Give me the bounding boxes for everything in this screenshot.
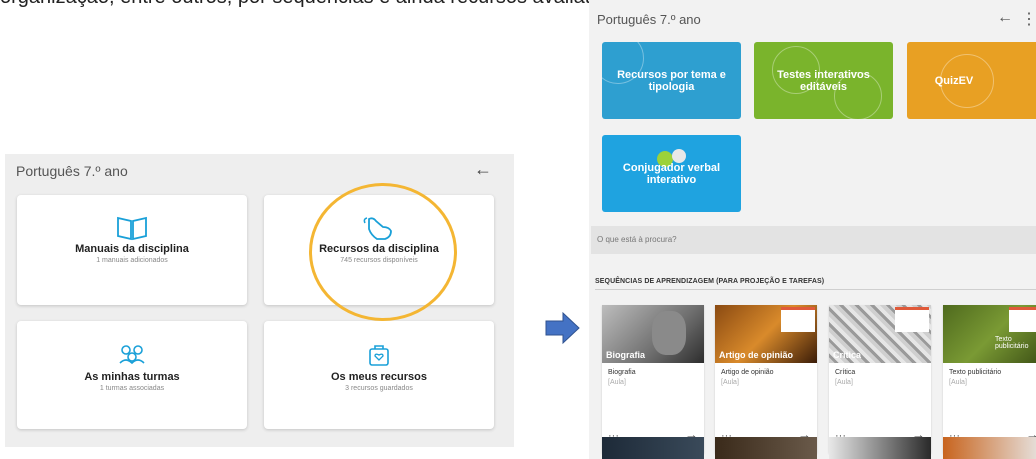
lesson-card-critica[interactable]: Crítica Crítica [Aula] ··· →: [829, 305, 931, 453]
lesson-card-biografia[interactable]: Biografia Biografia [Aula] ··· →: [602, 305, 704, 453]
lesson-thumbnail: [943, 305, 1036, 363]
group-icon: [119, 345, 145, 365]
right-arrow-icon: [545, 311, 580, 345]
highlight-circle: [309, 183, 457, 321]
lesson-thumbnail: [829, 437, 931, 459]
more-menu-icon[interactable]: ⋮: [1021, 9, 1036, 29]
lesson-card-texto-publicitario[interactable]: Texto publicitário Texto publicitário [A…: [943, 305, 1036, 453]
card-subtitle: 1 manuais adicionados: [96, 257, 168, 264]
lesson-thumbnail: [715, 437, 817, 459]
lesson-type: [Aula]: [608, 379, 626, 386]
lesson-type: [Aula]: [721, 379, 739, 386]
section-title: SEQUÊNCIAS DE APRENDIZAGEM (PARA PROJEÇÃ…: [595, 278, 825, 285]
back-arrow-icon[interactable]: ←: [997, 9, 1013, 27]
page-title: Português 7.º ano: [16, 163, 128, 179]
thumbnail-title: Crítica: [833, 350, 862, 360]
lesson-name: Biografia: [608, 369, 636, 376]
card-manuais[interactable]: Manuais da disciplina 1 manuais adiciona…: [17, 195, 247, 305]
lesson-card-artigo[interactable]: Artigo de opinião Artigo de opinião [Aul…: [715, 305, 817, 453]
lesson-thumbnail: [602, 437, 704, 459]
thumbnail-title: Biografia: [606, 350, 646, 360]
card-title: Os meus recursos: [331, 371, 427, 383]
left-screenshot-panel: Português 7.º ano ← Manuais da disciplin…: [5, 154, 514, 447]
tile-label: QuizEV: [934, 74, 974, 87]
thumbnail-title: Artigo de opinião: [719, 350, 793, 360]
tile-testes-interativos[interactable]: Testes interativos editáveis: [754, 42, 893, 119]
tile-label: Testes interativos editáveis: [777, 68, 870, 93]
card-title: As minhas turmas: [84, 371, 180, 383]
page-title: Português 7.º ano: [597, 12, 701, 27]
card-subtitle: 1 turmas associadas: [99, 385, 165, 392]
right-screenshot-panel: Português 7.º ano ← ⋮ Recursos por tema …: [589, 0, 1036, 459]
back-arrow-icon[interactable]: ←: [474, 159, 492, 180]
card-meus-recursos[interactable]: Os meus recursos 3 recursos guardados: [264, 321, 494, 429]
tile-quizev[interactable]: QuizEV: [907, 42, 1036, 119]
lesson-name: Crítica: [835, 369, 856, 376]
lesson-thumbnail: [943, 437, 1036, 459]
card-title: Manuais da disciplina: [75, 243, 189, 255]
section-divider: [595, 289, 1036, 290]
search-input[interactable]: O que está à procura?: [591, 226, 1036, 254]
card-subtitle: 3 recursos guardados: [345, 385, 413, 392]
card-turmas[interactable]: As minhas turmas 1 turmas associadas: [17, 321, 247, 429]
book-icon: [117, 216, 147, 241]
tile-conjugador[interactable]: Conjugador verbal interativo: [602, 135, 741, 212]
tile-label: Conjugador verbal interativo: [622, 161, 721, 186]
lesson-type: [Aula]: [949, 379, 967, 386]
tile-label: Recursos por tema e tipologia: [617, 68, 726, 93]
lesson-type: [Aula]: [835, 379, 853, 386]
tile-recursos-tema[interactable]: Recursos por tema e tipologia: [602, 42, 741, 119]
thumbnail-title: Texto publicitário: [995, 336, 1029, 350]
saved-resources-icon: [369, 345, 389, 366]
lesson-name: Artigo de opinião: [721, 369, 774, 376]
lesson-name: Texto publicitário: [949, 369, 1002, 376]
caption-text: organização, entre outros, por sequência…: [0, 0, 631, 9]
